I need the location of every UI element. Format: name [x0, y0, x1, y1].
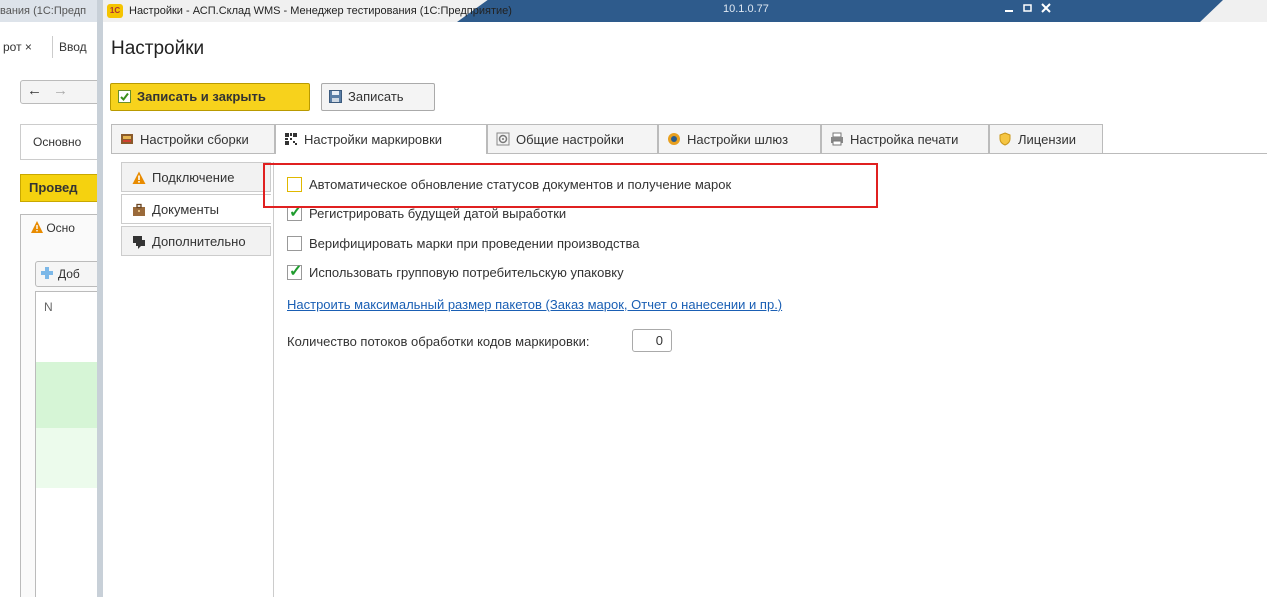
assembly-icon	[121, 134, 133, 144]
gateway-icon	[668, 133, 680, 145]
section-navigation: Подключение Документы Дополнительно	[121, 162, 274, 597]
qr-code-icon	[284, 132, 298, 146]
checkbox[interactable]: ✓	[287, 263, 303, 280]
background-tabs: рот × Ввод	[0, 36, 100, 58]
back-arrow-icon[interactable]: ←	[27, 82, 42, 99]
option-label: Верифицировать марки при проведении прои…	[309, 236, 640, 251]
column-header: N	[44, 300, 53, 314]
table-row[interactable]	[36, 428, 100, 488]
close-icon[interactable]	[1039, 2, 1053, 16]
background-panel: Осно Доб N	[20, 214, 100, 597]
tab-marking-settings[interactable]: Настройки маркировки	[275, 124, 487, 154]
save-close-icon	[118, 90, 131, 103]
printer-icon	[831, 132, 843, 146]
background-section-label: Осно	[21, 221, 100, 241]
save-label: Записать	[348, 89, 404, 104]
tab-assembly-settings[interactable]: Настройки сборки	[111, 124, 275, 153]
minimize-icon[interactable]	[1003, 2, 1017, 16]
forward-arrow-icon[interactable]: →	[53, 82, 68, 99]
checkmark-icon: ✓	[289, 263, 303, 280]
sidebar-item-connection[interactable]: Подключение	[121, 162, 271, 192]
checkbox[interactable]: ✓	[287, 204, 302, 221]
background-tab[interactable]: рот ×	[0, 36, 35, 58]
floppy-disk-icon	[329, 90, 342, 103]
background-table: N	[35, 291, 100, 597]
title-bar: 1С Настройки - АСП.Склад WMS - Менеджер …	[103, 0, 1267, 22]
save-button[interactable]: Записать	[321, 83, 435, 111]
settings-tabs: Настройки сборки Настройки маркировки Об…	[111, 124, 1267, 154]
tab-licenses[interactable]: Лицензии	[989, 124, 1103, 153]
warning-icon	[31, 221, 43, 233]
sidebar-item-label: Документы	[152, 202, 220, 217]
max-package-size-link[interactable]: Настроить максимальный размер пакетов (З…	[287, 297, 782, 312]
checkbox[interactable]	[287, 236, 302, 251]
chat-icon	[133, 236, 145, 249]
briefcase-icon	[133, 203, 145, 216]
background-section-text: Осно	[46, 221, 75, 235]
post-button[interactable]: Провед	[20, 174, 100, 202]
add-button[interactable]: Доб	[35, 261, 100, 287]
gear-icon	[496, 132, 510, 146]
tab-print-settings[interactable]: Настройка печати	[821, 124, 989, 153]
tab-label: Лицензии	[1018, 132, 1076, 147]
background-tab[interactable]: Ввод	[52, 36, 93, 58]
tab-label: Общие настройки	[516, 132, 624, 147]
threads-label: Количество потоков обработки кодов марки…	[287, 334, 590, 349]
restore-icon[interactable]	[1021, 2, 1035, 16]
tab-label: Настройки маркировки	[304, 132, 443, 147]
tab-label: Настройка печати	[850, 132, 959, 147]
app-logo-icon: 1С	[107, 4, 123, 18]
save-and-close-button[interactable]: Записать и закрыть	[110, 83, 310, 111]
plus-icon	[41, 267, 53, 279]
page-title: Настройки	[111, 38, 205, 59]
sidebar-item-documents[interactable]: Документы	[121, 194, 271, 224]
background-window-title: вания (1С:Предп	[0, 0, 100, 22]
warning-icon	[132, 171, 146, 184]
window-title: Настройки - АСП.Склад WMS - Менеджер тес…	[129, 5, 512, 17]
background-window: вания (1С:Предп рот × Ввод ← → Основно П…	[0, 0, 100, 597]
background-main-tab[interactable]: Основно	[20, 124, 100, 160]
tab-label: Настройки шлюз	[687, 132, 789, 147]
title-bar-remote-panel	[457, 0, 1223, 22]
threads-count-input[interactable]: 0	[632, 329, 672, 352]
highlight-annotation	[263, 163, 878, 208]
sidebar-item-label: Подключение	[152, 170, 235, 185]
background-nav-buttons: ← →	[20, 80, 100, 104]
sidebar-item-label: Дополнительно	[152, 234, 246, 249]
tab-label: Настройки сборки	[140, 132, 249, 147]
option-label: Использовать групповую потребительскую у…	[309, 265, 624, 280]
add-button-label: Доб	[58, 267, 80, 281]
license-icon	[999, 132, 1011, 146]
save-and-close-label: Записать и закрыть	[137, 89, 266, 104]
table-row[interactable]	[36, 362, 100, 428]
settings-window: 1С Настройки - АСП.Склад WMS - Менеджер …	[103, 0, 1267, 597]
tab-general-settings[interactable]: Общие настройки	[487, 124, 658, 153]
sidebar-item-additional[interactable]: Дополнительно	[121, 226, 271, 256]
remote-ip: 10.1.0.77	[723, 3, 769, 15]
tab-gateway-settings[interactable]: Настройки шлюз	[658, 124, 821, 153]
